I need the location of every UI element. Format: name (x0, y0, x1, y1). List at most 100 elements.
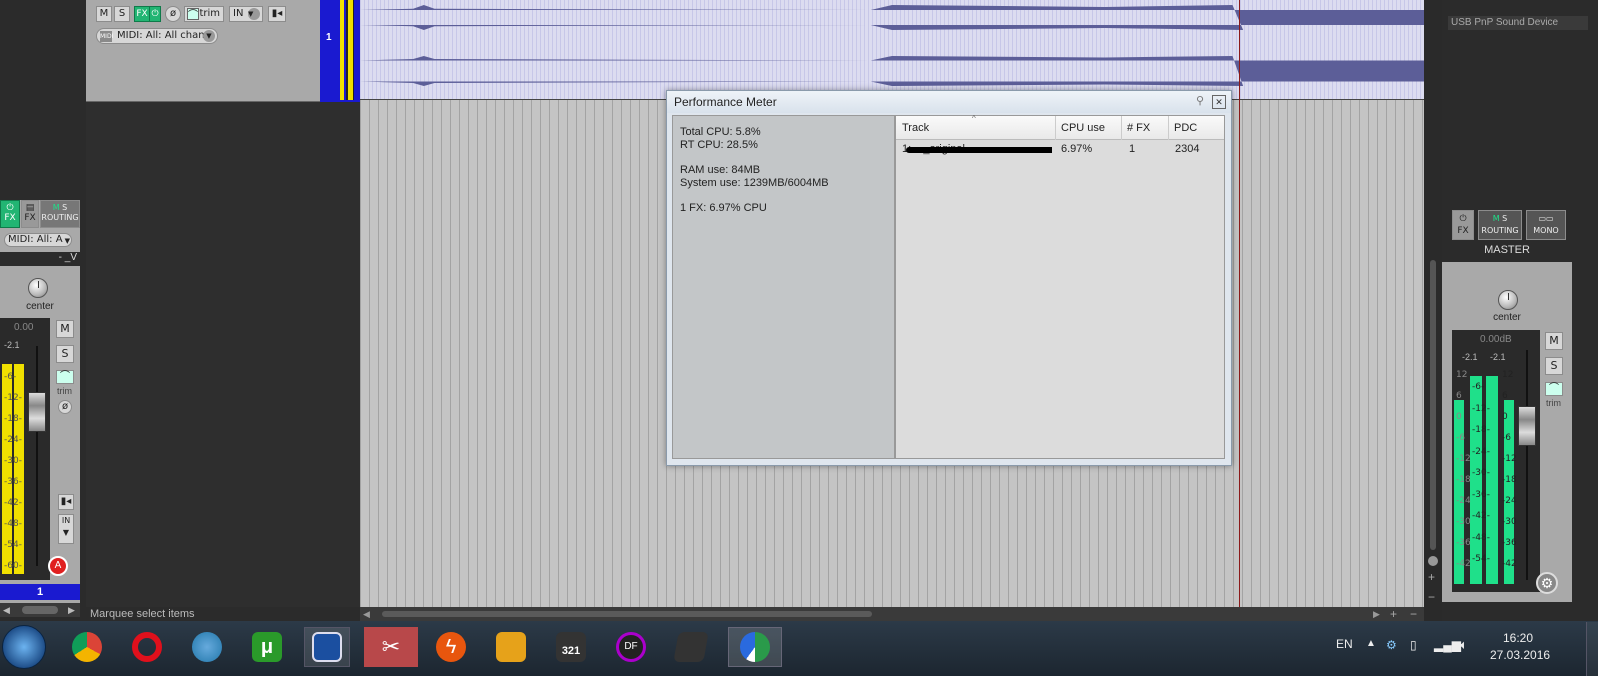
phase-icon[interactable]: ø (165, 6, 181, 22)
strip-midi-input-select[interactable]: MIDI: All: A ▼ (4, 233, 72, 247)
floppy-disk-icon[interactable] (304, 627, 350, 667)
master-scale-right-label: -42 (1502, 559, 1517, 569)
close-icon[interactable]: ✕ (1212, 95, 1226, 109)
track-fx-button[interactable]: FX (134, 6, 150, 22)
perf-track-list[interactable]: Track^ CPU use # FX PDC 1: ..._original.… (895, 114, 1225, 459)
zoom-in-icon[interactable]: + (1428, 570, 1435, 584)
show-desktop-button[interactable] (1586, 622, 1598, 676)
pin-icon[interactable]: ⚲ (1193, 94, 1207, 108)
master-meter-panel: 0.00dB -2.1 -2.1 12 6 0 -6 -12 -18 -24 -30 -36 -4… (1452, 330, 1540, 592)
scroll-right-icon[interactable]: ▶ (68, 605, 75, 616)
zoom-out-icon[interactable]: − (1428, 590, 1435, 604)
master-scale-mid-label: -30- (1472, 468, 1490, 478)
master-scale-left-label: -24 (1456, 496, 1471, 506)
scissors-icon[interactable]: ✂ (364, 627, 418, 667)
record-arm-button[interactable]: A (48, 556, 68, 576)
column-header-fx[interactable]: # FX (1122, 116, 1169, 140)
track-input-button[interactable]: IN ▼ (229, 6, 263, 22)
zoom-in-icon[interactable]: + (1390, 607, 1397, 621)
master-routing-button[interactable]: M S ROUTING (1478, 210, 1522, 240)
master-scale-mid-label: -42- (1472, 511, 1490, 521)
tray-volume-icon[interactable]: 🔈︎ (1460, 637, 1468, 653)
language-indicator[interactable]: EN (1336, 637, 1353, 651)
strip-track-name[interactable]: - _V (0, 252, 80, 266)
horizontal-scrollbar[interactable]: ◀ ▶ + − (360, 607, 1424, 621)
track-vu-meter (346, 0, 354, 100)
master-pan-knob[interactable] (1498, 290, 1518, 310)
master-fader-track (1526, 350, 1528, 580)
scroll-left-icon[interactable]: ◀ (3, 605, 10, 616)
table-row[interactable]: 1: ..._original... 6.97% 1 2304 (896, 142, 1224, 158)
meter-scale-label: -18- (4, 414, 22, 424)
track-io-icon[interactable]: ▮◂ (268, 6, 286, 22)
chrome-icon[interactable] (64, 627, 110, 667)
fx-power-icon[interactable]: ⏻ (149, 6, 161, 22)
clock-time[interactable]: 16:20 (1503, 631, 1533, 645)
mixer-strip-track1[interactable]: ⏻ FX ▤ FX M S ROUTING MIDI: All: A ▼ - _V c… (0, 200, 80, 607)
master-solo-button[interactable]: S (1545, 357, 1563, 375)
master-strip: center 0.00dB -2.1 -2.1 12 6 0 -6 -12 -18 -24-… (1442, 262, 1572, 602)
track-control-panel[interactable]: M S FX ⏻ ø ⌒ trim IN ▼ ▮◂ MIDI MIDI: All… (86, 0, 320, 102)
opera-icon[interactable] (124, 627, 170, 667)
tray-network-tool-icon[interactable]: ⚙ (1386, 638, 1397, 652)
strip-mute-button[interactable]: M (56, 320, 74, 338)
pan-knob[interactable] (28, 278, 48, 298)
lightning-icon[interactable]: ϟ (428, 627, 474, 667)
winamp-icon[interactable] (488, 627, 534, 667)
reaper-icon[interactable] (728, 627, 782, 667)
track-trim-button[interactable]: ⌒ trim (184, 6, 224, 22)
download-manager-icon[interactable] (184, 627, 230, 667)
scroll-thumb[interactable] (22, 606, 58, 614)
strip-input-button[interactable]: IN ▼ (58, 514, 74, 544)
column-header-track[interactable]: Track ^ (896, 114, 1056, 140)
total-cpu: Total CPU: 5.8% (680, 126, 761, 138)
tcp-empty-area[interactable] (86, 102, 360, 607)
dfx-icon[interactable]: DF (608, 627, 654, 667)
tray-signal-icon[interactable]: ▂▄▆ (1434, 638, 1461, 652)
gear-icon[interactable]: ⚙ (1536, 572, 1558, 594)
master-mono-button[interactable]: ▭▭ MONO (1526, 210, 1566, 240)
column-header-cpu[interactable]: CPU use (1056, 116, 1122, 140)
master-fx-button[interactable]: ⏻ FX (1452, 210, 1474, 240)
scroll-thumb[interactable] (382, 611, 872, 617)
media-item[interactable] (360, 0, 1424, 100)
strip-fx-bypass-button[interactable]: ▤ FX (21, 200, 39, 228)
audio-device-label[interactable]: USB PnP Sound Device (1448, 16, 1588, 30)
envelope-icon[interactable]: ⌒ (1545, 382, 1563, 396)
scroll-down-icon[interactable] (1428, 556, 1438, 566)
clock-date[interactable]: 27.03.2016 (1490, 648, 1550, 662)
strip-routing-button[interactable]: M S ROUTING (40, 200, 80, 228)
column-header-pdc[interactable]: PDC (1169, 116, 1224, 140)
scroll-left-icon[interactable]: ◀ (363, 609, 370, 620)
tray-expand-icon[interactable]: ▲ (1366, 638, 1376, 649)
zoom-out-icon[interactable]: − (1410, 607, 1417, 621)
sort-asc-icon: ^ (972, 114, 976, 123)
strip-fx-button[interactable]: ⏻ FX (0, 200, 20, 228)
volume-fader[interactable] (28, 392, 46, 432)
app-x-icon[interactable] (668, 627, 714, 667)
strip-io-icon[interactable]: ▮◂ (58, 494, 74, 510)
scroll-thumb[interactable] (1430, 260, 1436, 550)
window-title-bar[interactable]: Performance Meter ⚲ ✕ (667, 91, 1231, 113)
master-label: MASTER (1484, 244, 1530, 256)
track-mute-button[interactable]: M (96, 6, 112, 22)
strip-solo-button[interactable]: S (56, 345, 74, 363)
midi-input-label: MIDI: All: All chann (117, 30, 211, 41)
master-volume-fader[interactable] (1518, 406, 1536, 446)
utorrent-icon[interactable]: μ (244, 627, 290, 667)
vertical-scrollbar[interactable]: + − (1424, 0, 1442, 621)
phase-icon[interactable]: ø (58, 400, 72, 414)
tray-battery-icon[interactable]: ▯ (1410, 638, 1417, 652)
mixer-scrollbar[interactable]: ◀ ▶ (0, 603, 80, 617)
master-mute-button[interactable]: M (1545, 332, 1563, 350)
start-button[interactable] (2, 625, 46, 669)
edit-cursor[interactable] (1239, 0, 1240, 607)
midi-input-select[interactable]: MIDI MIDI: All: All chann ▼ (96, 28, 218, 44)
track-solo-button[interactable]: S (114, 6, 130, 22)
envelope-icon: ⌒ (187, 8, 199, 21)
media-player-321-icon[interactable]: 321 (548, 627, 594, 667)
envelope-icon[interactable]: ⌒ (56, 370, 74, 384)
row-cpu: 6.97% (1061, 143, 1093, 155)
scroll-right-icon[interactable]: ▶ (1373, 609, 1380, 620)
performance-meter-window[interactable]: Performance Meter ⚲ ✕ Total CPU: 5.8% RT… (666, 90, 1232, 466)
